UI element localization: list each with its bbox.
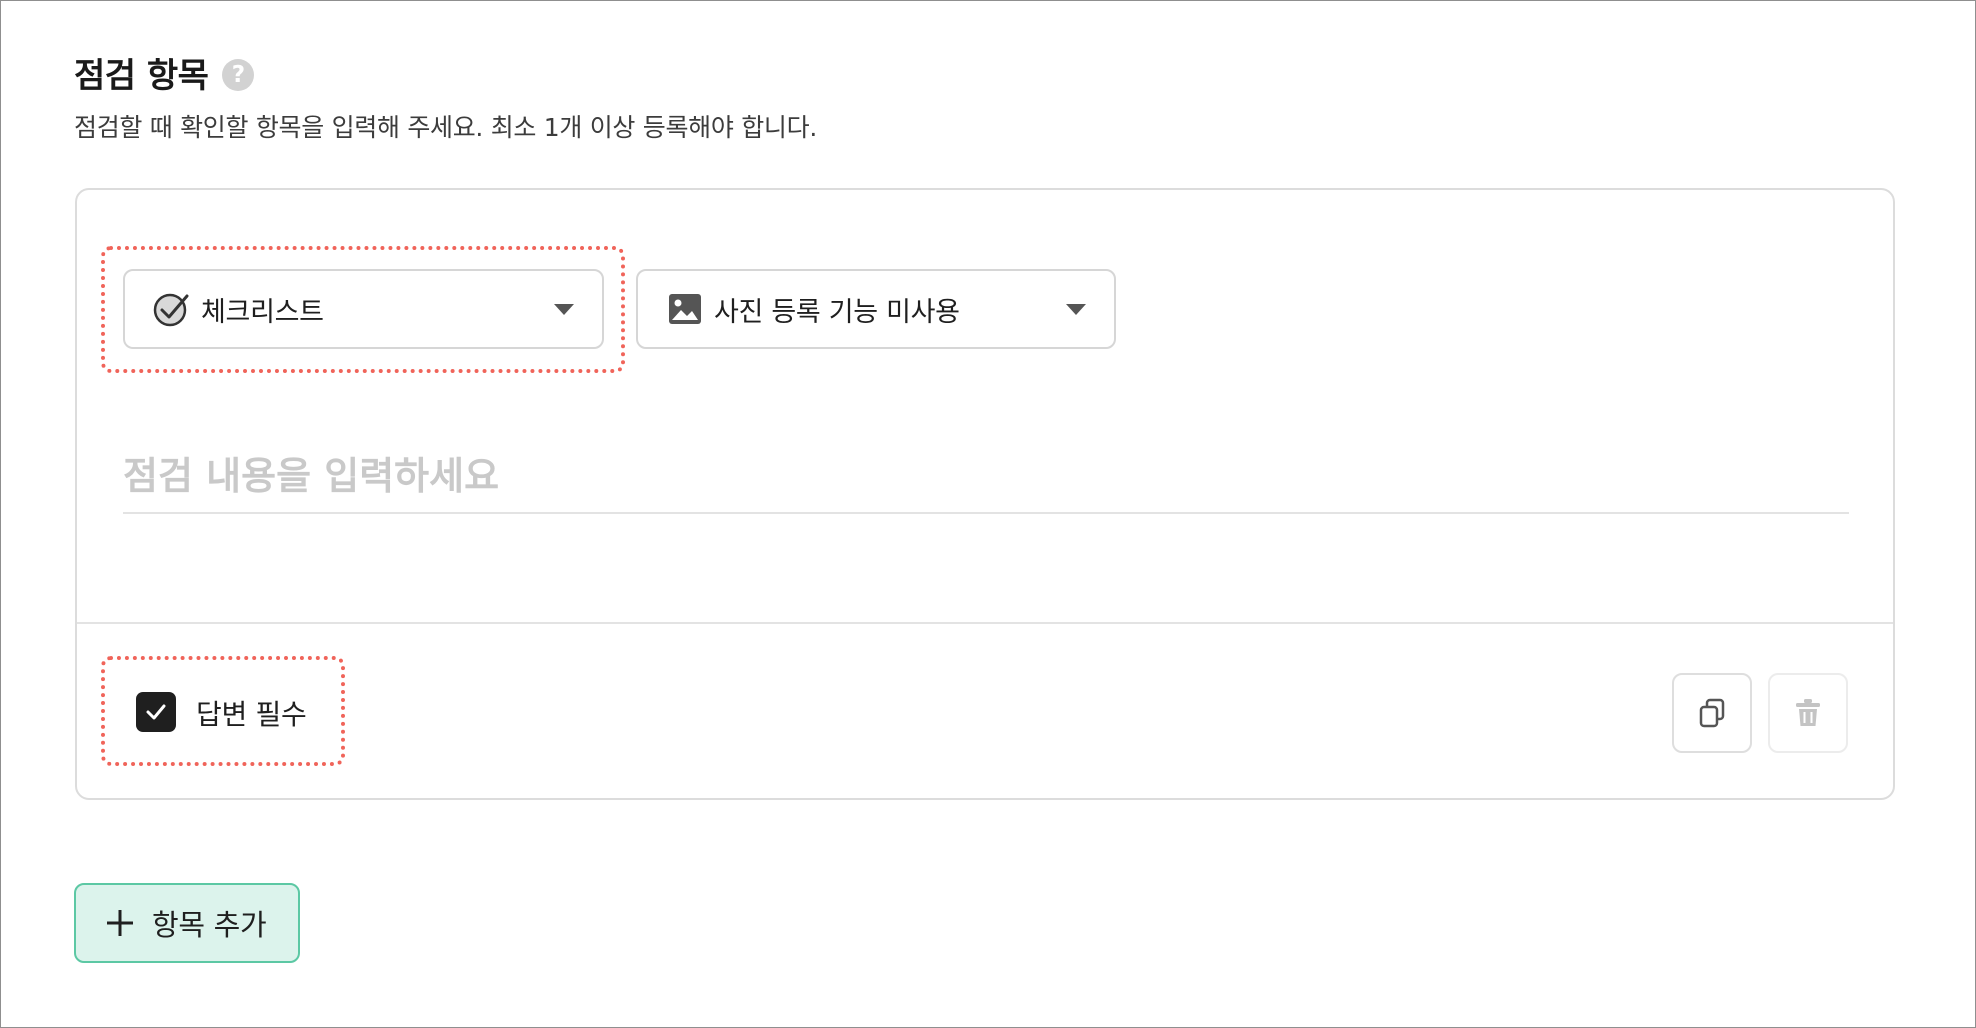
add-item-label: 항목 추가	[152, 908, 267, 942]
item-type-value: 체크리스트	[201, 296, 324, 328]
card-divider	[77, 622, 1893, 624]
check-icon	[146, 704, 166, 720]
required-checkbox[interactable]	[136, 692, 176, 732]
chevron-down-icon	[1066, 304, 1086, 315]
copy-item-button[interactable]	[1672, 673, 1752, 753]
photo-option-value: 사진 등록 기능 미사용	[714, 296, 960, 328]
section-title: 점검 항목	[74, 56, 209, 96]
item-type-select[interactable]: 체크리스트	[123, 269, 604, 349]
help-icon[interactable]: ?	[222, 58, 255, 91]
delete-item-button[interactable]	[1768, 673, 1848, 753]
copy-icon	[1699, 698, 1725, 728]
trash-icon	[1796, 699, 1820, 726]
inspection-content-input[interactable]	[123, 440, 1849, 514]
photo-option-select[interactable]: 사진 등록 기능 미사용	[636, 269, 1116, 349]
section-description: 점검할 때 확인할 항목을 입력해 주세요. 최소 1개 이상 등록해야 합니다…	[74, 113, 817, 142]
plus-icon	[104, 907, 136, 939]
required-label[interactable]: 답변 필수	[196, 693, 307, 733]
add-item-button[interactable]: 항목 추가	[74, 883, 300, 963]
check-circle-icon	[153, 290, 191, 328]
image-icon	[666, 290, 704, 328]
section-header: 점검 항목 ?	[74, 48, 255, 97]
chevron-down-icon	[554, 304, 574, 315]
